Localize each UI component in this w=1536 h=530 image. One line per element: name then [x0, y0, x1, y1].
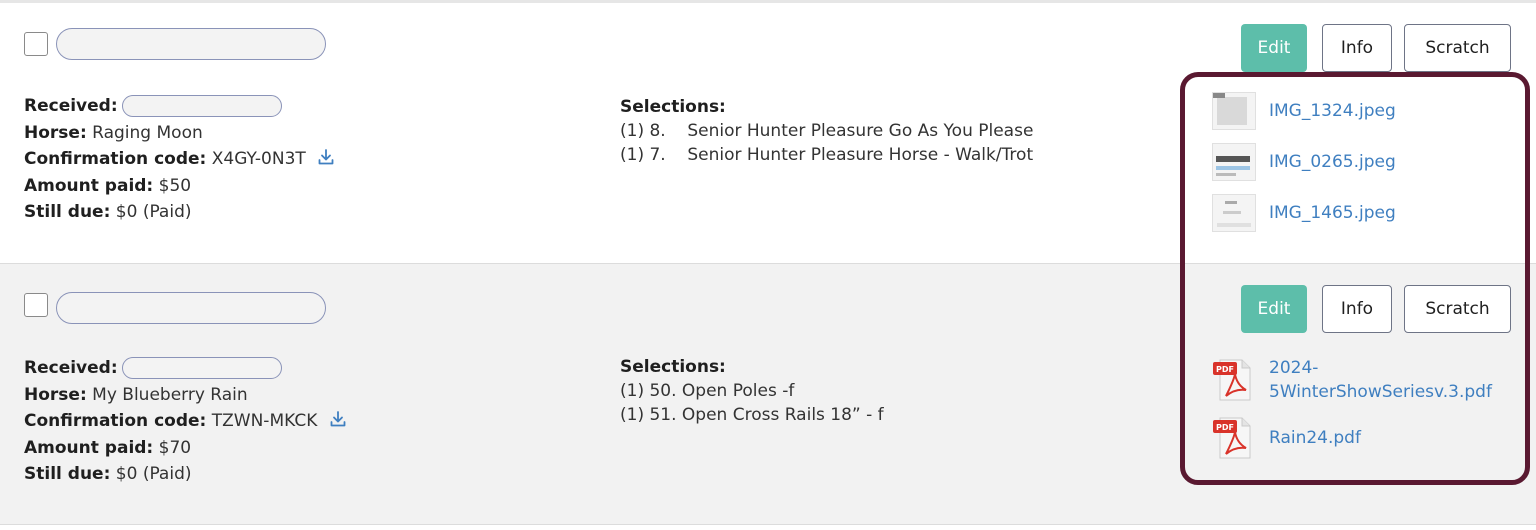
due-value: $0 (Paid)	[115, 202, 192, 222]
horse-name: Raging Moon	[92, 122, 203, 143]
selection-item: (1) 51. Open Cross Rails 18” - f	[620, 405, 884, 425]
edit-button[interactable]: Edit	[1241, 24, 1307, 72]
confirmation-code: TZWN-MKCK	[211, 411, 318, 431]
select-checkbox[interactable]	[24, 32, 48, 56]
redacted-received	[121, 95, 282, 117]
redacted-name	[56, 292, 326, 324]
confirmation-line: Confirmation code: TZWN-MKCK	[24, 408, 347, 435]
amount-label: Amount paid:	[24, 437, 154, 458]
horse-name: My Blueberry Rain	[92, 384, 248, 405]
horse-line: Horse: My Blueberry Rain	[24, 382, 347, 409]
download-icon[interactable]	[329, 410, 347, 428]
due-value: $0 (Paid)	[115, 464, 192, 484]
received-line: Received:	[24, 93, 335, 120]
selections: Selections: (1) 8. Senior Hunter Pleasur…	[620, 95, 1033, 167]
info-button[interactable]: Info	[1322, 24, 1392, 72]
select-checkbox[interactable]	[24, 293, 48, 317]
confirmation-label: Confirmation code:	[24, 149, 207, 169]
amount-value: $70	[158, 437, 192, 458]
horse-line: Horse: Raging Moon	[24, 120, 335, 147]
confirmation-line: Confirmation code: X4GY-0N3T	[24, 146, 335, 173]
received-line: Received:	[24, 355, 347, 382]
attachments-highlight	[1180, 72, 1530, 485]
horse-label: Horse:	[24, 384, 87, 405]
due-label: Still due:	[24, 202, 111, 222]
selection-item: (1) 50. Open Poles -f	[620, 381, 795, 401]
received-label: Received:	[24, 358, 118, 378]
selection-item: (1) 8. Senior Hunter Pleasure Go As You …	[620, 121, 1034, 141]
download-icon[interactable]	[317, 148, 335, 166]
confirmation-label: Confirmation code:	[24, 411, 207, 431]
selections-label: Selections:	[620, 357, 726, 377]
amount-line: Amount paid: $50	[24, 173, 335, 200]
due-line: Still due: $0 (Paid)	[24, 199, 335, 226]
due-line: Still due: $0 (Paid)	[24, 461, 347, 488]
confirmation-code: X4GY-0N3T	[211, 149, 306, 169]
redacted-name	[56, 28, 326, 60]
amount-value: $50	[158, 175, 192, 196]
due-label: Still due:	[24, 464, 111, 484]
amount-label: Amount paid:	[24, 175, 154, 196]
entry-details: Received: Horse: Raging Moon Confirmatio…	[24, 93, 335, 226]
selections-label: Selections:	[620, 97, 726, 117]
amount-line: Amount paid: $70	[24, 435, 347, 462]
scratch-button[interactable]: Scratch	[1404, 24, 1511, 72]
redacted-received	[121, 357, 282, 379]
entry-details: Received: Horse: My Blueberry Rain Confi…	[24, 355, 347, 488]
selections: Selections: (1) 50. Open Poles -f (1) 51…	[620, 355, 884, 427]
horse-label: Horse:	[24, 122, 87, 143]
selection-item: (1) 7. Senior Hunter Pleasure Horse - Wa…	[620, 145, 1034, 165]
received-label: Received:	[24, 96, 118, 116]
